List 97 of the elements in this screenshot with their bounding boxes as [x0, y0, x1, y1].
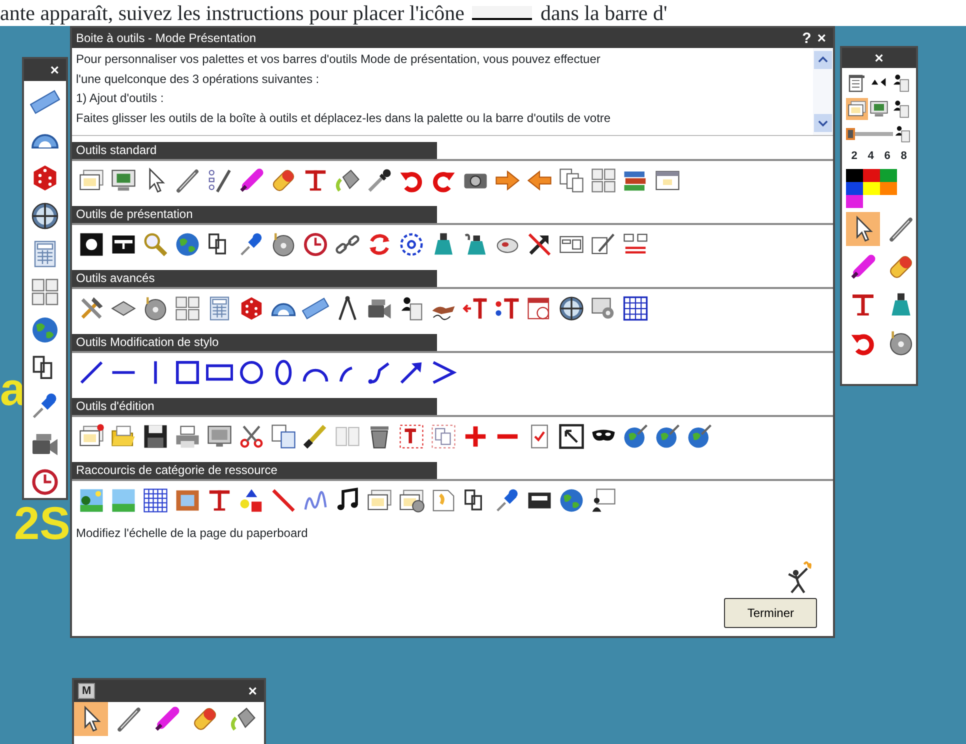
globe-icon[interactable]: [174, 231, 201, 258]
tool-button[interactable]: [74, 702, 108, 736]
pen-icon: [115, 705, 143, 733]
close-button[interactable]: ×: [872, 50, 886, 66]
brush-icon[interactable]: [302, 423, 329, 450]
scroll-up-button[interactable]: [814, 51, 832, 69]
slider-thumb[interactable]: [846, 128, 855, 140]
close-button[interactable]: ×: [47, 62, 62, 78]
disc-icon: [887, 328, 915, 356]
highlighter-icon: [849, 252, 877, 280]
width-label: 4: [868, 149, 874, 164]
document-text: dans la barre d': [540, 0, 668, 26]
close-button[interactable]: ×: [814, 30, 829, 46]
globe-pen-icon[interactable]: [622, 423, 649, 450]
color-swatch[interactable]: [863, 168, 880, 182]
color-swatch[interactable]: [846, 194, 863, 208]
globe-icon[interactable]: [558, 487, 585, 514]
globe-pen-icon[interactable]: [686, 423, 713, 450]
color-swatch[interactable]: [846, 182, 863, 194]
sky-icon[interactable]: [110, 487, 137, 514]
crop-icon[interactable]: [558, 423, 585, 450]
help-button[interactable]: ?: [799, 30, 814, 46]
section-header: Raccourcis de catégorie de ressource: [72, 462, 437, 479]
dotted-pages-icon[interactable]: [430, 423, 457, 450]
color-swatch[interactable]: [880, 182, 897, 194]
globe-icon: [30, 315, 60, 345]
page-icon: [847, 73, 867, 93]
eyedropper-icon[interactable]: [366, 167, 393, 194]
section-header: Outils Modification de stylo: [72, 334, 437, 351]
inline-icon-placeholder: [472, 6, 532, 20]
scroll-down-button[interactable]: [814, 114, 832, 132]
square-icon[interactable]: [174, 359, 201, 386]
slides-icon: [847, 99, 867, 119]
page-grid-icon[interactable]: [590, 167, 617, 194]
document-text: ante apparaît, suivez les instructions pour placer l'icône: [0, 0, 464, 26]
crosshair-icon: [30, 201, 60, 231]
width-label: 2: [851, 149, 858, 164]
pen-options-icon[interactable]: [206, 167, 233, 194]
table-grid-icon[interactable]: [622, 295, 649, 322]
globe-pen-icon[interactable]: [654, 423, 681, 450]
grid-icon[interactable]: [142, 487, 169, 514]
person-icon[interactable]: [893, 124, 912, 144]
scissors-icon[interactable]: [238, 423, 265, 450]
disc-icon[interactable]: [270, 231, 297, 258]
description-text: Modifiez l'échelle de la page du paperboard: [75, 525, 309, 542]
paint-bucket-icon[interactable]: [334, 167, 361, 194]
scrollbar[interactable]: [813, 48, 833, 135]
color-swatch[interactable]: [863, 182, 880, 194]
monitor-icon: [869, 99, 889, 119]
tool-button[interactable]: [846, 98, 868, 120]
dotted-circle-icon[interactable]: [398, 231, 425, 258]
pen-icon: [887, 214, 915, 242]
chevron-icon[interactable]: [430, 359, 457, 386]
crossed-arrow-icon[interactable]: [526, 231, 553, 258]
person-icon: [891, 99, 911, 119]
landscape-icon[interactable]: [78, 487, 105, 514]
text-box-icon[interactable]: [398, 423, 425, 450]
instruction-text: Pour personnaliser vos palettes et vos barres d'outils Mode de présentation, vous pouvez effectuer: [76, 51, 602, 68]
finish-button[interactable]: Terminer: [724, 598, 817, 628]
highlighter-icon[interactable]: [238, 167, 265, 194]
clock-icon: [30, 467, 60, 497]
diagonal-line-icon[interactable]: [78, 359, 105, 386]
magnifier-icon[interactable]: [142, 231, 169, 258]
section-header: Outils standard: [72, 142, 437, 159]
instruction-text: l'une quelconque des 3 opérations suivantes :: [76, 70, 320, 88]
instruction-text: Faites glisser les outils de la boîte à outils et déplacez-les dans la palette ou la barre d'outils de votre: [76, 110, 612, 126]
copy-icon[interactable]: [270, 423, 297, 450]
line-icon[interactable]: [270, 487, 297, 514]
width-label: 8: [900, 149, 907, 164]
printer-icon[interactable]: [174, 423, 201, 450]
color-swatch[interactable]: [880, 168, 897, 182]
section-header: Outils d'édition: [72, 398, 437, 415]
color-swatch[interactable]: [846, 168, 863, 182]
instruction-text: 1) Ajout d'outils :: [76, 90, 165, 107]
circle-icon[interactable]: [238, 359, 265, 386]
crosshair-icon[interactable]: [558, 295, 585, 322]
page-grid-icon[interactable]: [174, 295, 201, 322]
close-button[interactable]: ×: [245, 684, 260, 698]
board-person-icon[interactable]: [590, 487, 617, 514]
tool-button[interactable]: [846, 212, 880, 246]
spotlight-icon[interactable]: [78, 231, 105, 258]
slide-text: 2S: [14, 500, 70, 546]
clock-icon[interactable]: [302, 231, 329, 258]
paint-bucket-icon: [229, 705, 257, 733]
slide-disc-icon[interactable]: [398, 487, 425, 514]
width-label: 6: [884, 149, 890, 164]
section-header: Outils de présentation: [72, 206, 437, 223]
person-icon: [891, 73, 911, 93]
window-title: Boite à outils - Mode Présentation: [76, 30, 258, 47]
pen-icon[interactable]: [174, 167, 201, 194]
pages-icon[interactable]: [558, 167, 585, 194]
disc-icon[interactable]: [142, 295, 169, 322]
mode-button[interactable]: M: [78, 683, 96, 699]
section-header: Outils avancés: [72, 270, 437, 287]
highlighter-icon: [153, 705, 181, 733]
document-icon[interactable]: [430, 487, 457, 514]
page-grid-icon: [30, 277, 60, 307]
